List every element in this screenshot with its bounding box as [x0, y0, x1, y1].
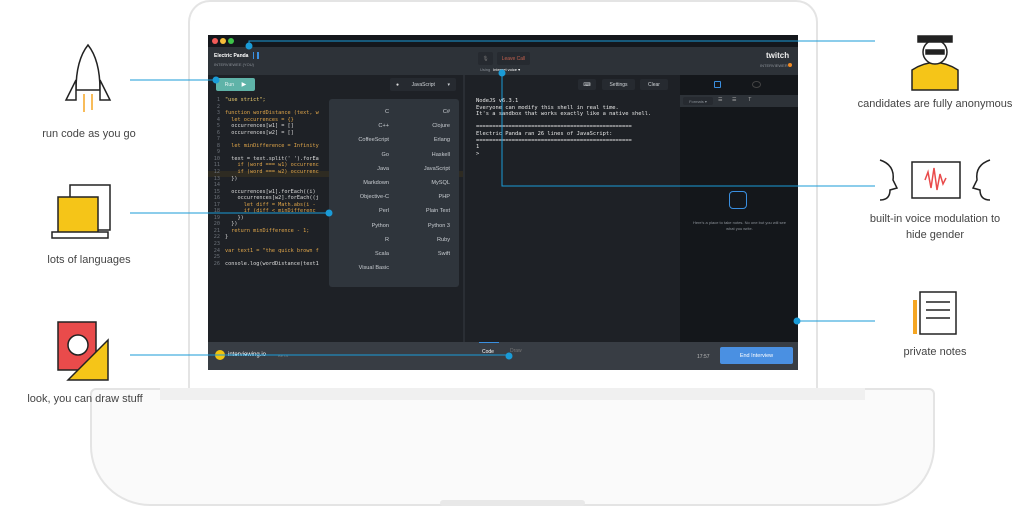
- voice-modulation-icon: [879, 159, 991, 201]
- callout-languages: lots of languages: [47, 254, 131, 266]
- callout-dot: [793, 317, 801, 325]
- callout-dot: [505, 352, 513, 360]
- callout-anonymous: candidates are fully anonymous: [857, 98, 1013, 110]
- callout-draw: look, you can draw stuff: [27, 393, 143, 405]
- notepad-icon: [913, 291, 957, 335]
- callout-dot: [245, 42, 253, 50]
- rocket-icon: [64, 43, 112, 112]
- callout-voice: built-in voice modulation to hide gender: [869, 213, 1001, 241]
- callout-dot: [498, 69, 506, 77]
- callout-dot: [325, 209, 333, 217]
- callout-run: run code as you go: [42, 128, 136, 140]
- callout-dot: [212, 76, 220, 84]
- languages-icon: [51, 184, 111, 239]
- anonymous-icon: [911, 35, 959, 91]
- callout-notes: private notes: [903, 346, 967, 358]
- drawing-icon: [57, 321, 109, 381]
